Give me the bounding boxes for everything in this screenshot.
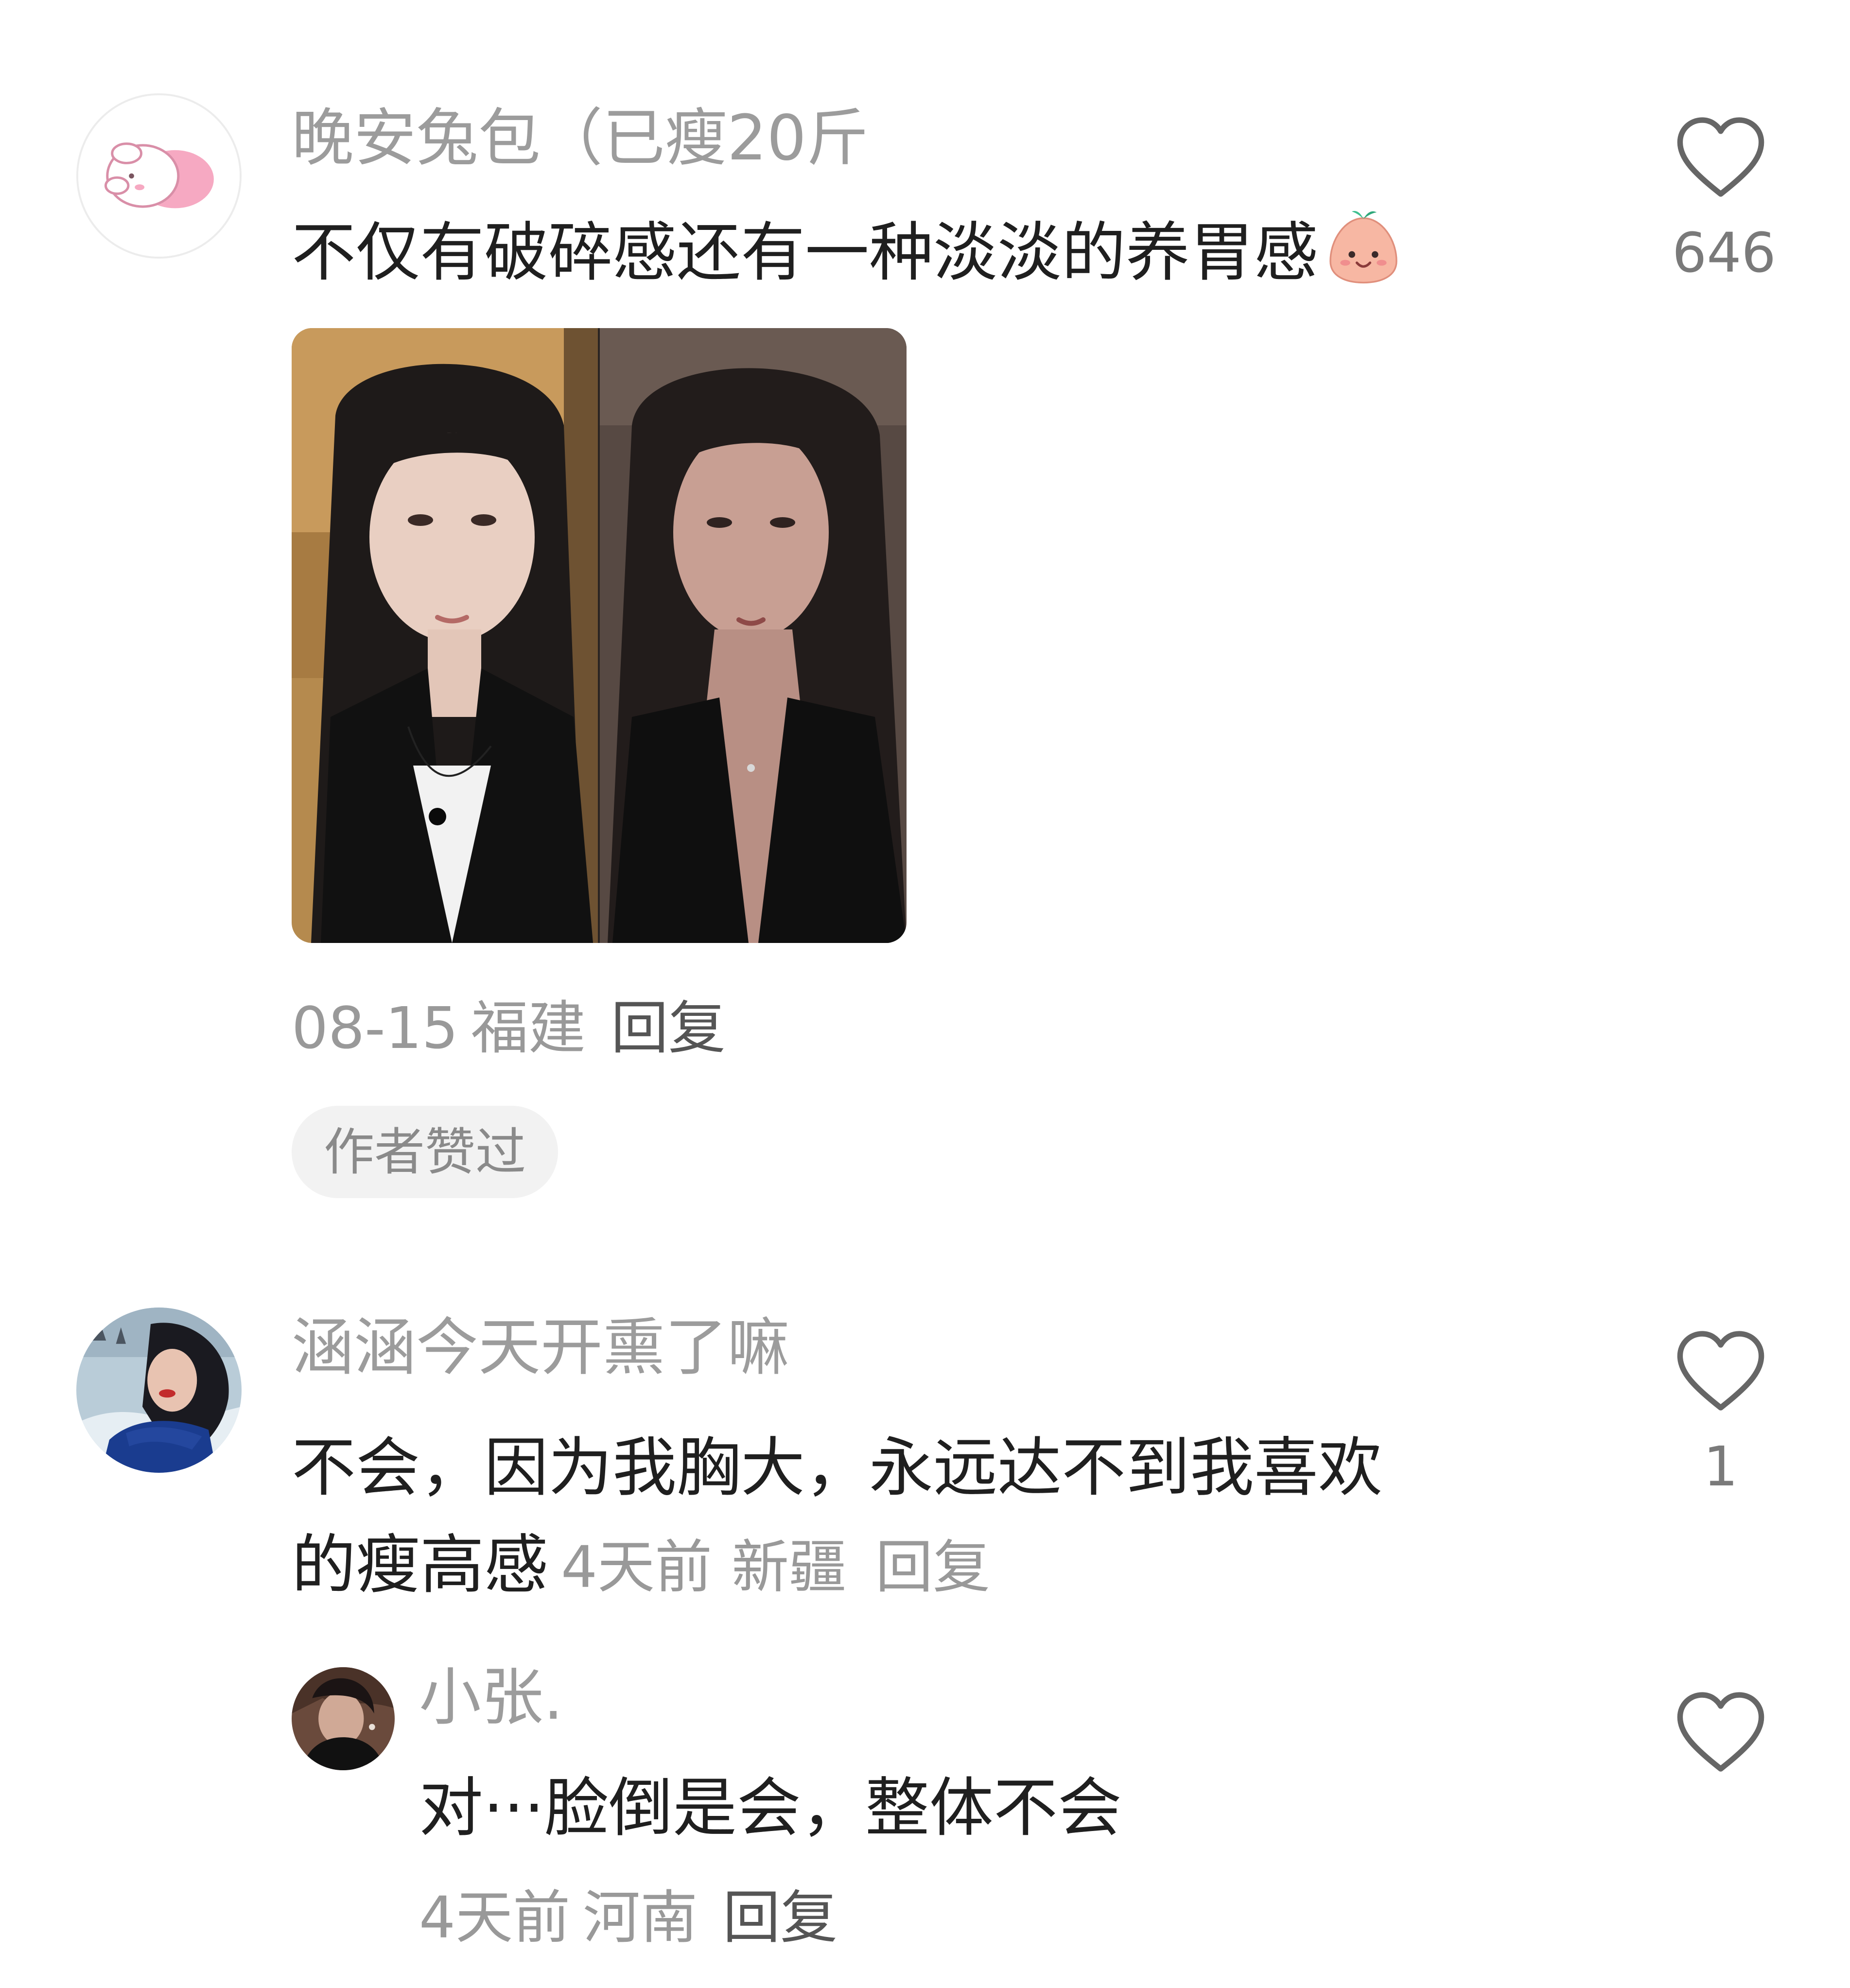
commenter-avatar[interactable] <box>76 93 242 259</box>
commenter-name[interactable]: 晚安兔包（已瘦20斤 <box>292 102 869 175</box>
comment-body: 不仅有破碎感还有一种淡淡的养胃感 <box>292 215 1318 290</box>
heart-outline-icon <box>1677 1331 1764 1411</box>
author-liked-badge: 作者赞过 <box>292 1106 558 1198</box>
reply-location: 河南 <box>583 1884 698 1951</box>
like-button[interactable]: 646 <box>1672 114 1776 287</box>
comment-list: 晚安兔包（已瘦20斤 不仅有破碎感还有一种淡淡的养胃感 08-15 福建 回复 … <box>0 0 1850 1988</box>
commenter-name[interactable]: 涵涵今天开熏了嘛 <box>292 1311 789 1384</box>
comment-date: 08-15 <box>292 994 458 1062</box>
comment-location: 福建 <box>471 994 586 1062</box>
heart-outline-icon <box>1677 117 1764 197</box>
commenter-avatar[interactable] <box>76 1308 242 1473</box>
comment-text: 不仅有破碎感还有一种淡淡的养胃感 <box>292 204 1405 301</box>
smiling-blob-emoji-icon <box>1322 207 1405 289</box>
like-count: 1 <box>1703 1435 1738 1499</box>
comment-meta: 08-15 福建 回复 <box>292 992 726 1064</box>
like-button[interactable] <box>1672 1689 1769 1777</box>
comment-text-line2: 的瘦高感 4天前 新疆 回复 <box>292 1517 990 1616</box>
reply-date: 4天前 <box>419 1884 571 1951</box>
like-count: 646 <box>1672 222 1776 285</box>
reply-button[interactable]: 回复 <box>723 1884 838 1951</box>
comment-date: 4天前 <box>561 1534 713 1601</box>
comment-location: 新疆 <box>732 1534 847 1601</box>
reply-meta: 4天前 河南 回复 <box>419 1881 838 1954</box>
comment-body: 的瘦高感 <box>292 1528 548 1603</box>
heart-outline-icon <box>1677 1692 1764 1772</box>
reply-button[interactable]: 回复 <box>875 1534 990 1601</box>
comment-text: 不会，因为我胸大，永远达不到我喜欢 <box>292 1430 1382 1505</box>
comment-photo[interactable] <box>292 328 907 943</box>
like-button[interactable]: 1 <box>1672 1328 1769 1501</box>
reply-text: 对···脸倒是会，整体不会 <box>419 1771 1122 1846</box>
reply-button[interactable]: 回复 <box>611 994 726 1062</box>
replier-name[interactable]: 小张. <box>419 1661 563 1734</box>
replier-avatar[interactable] <box>292 1667 395 1770</box>
